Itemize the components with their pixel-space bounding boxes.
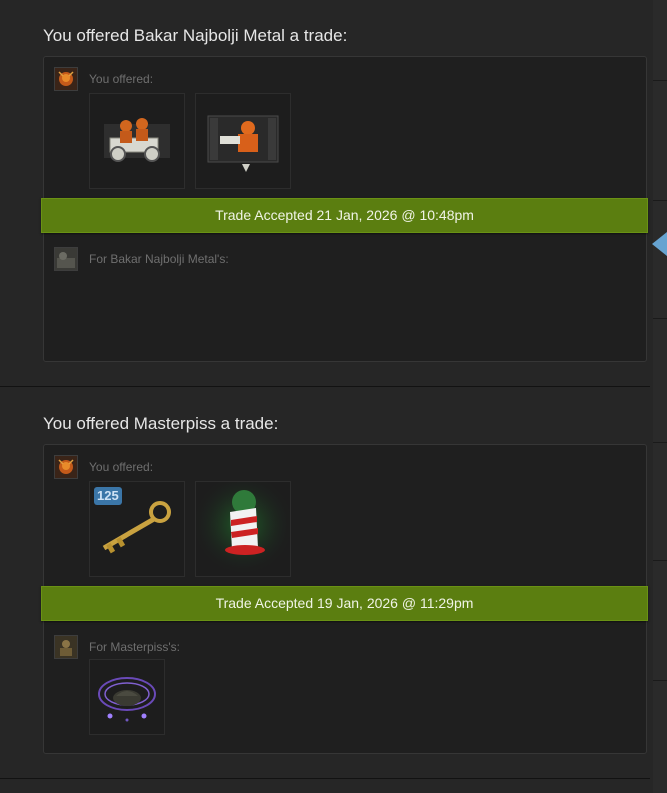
avatar[interactable] — [54, 455, 78, 479]
trade-item-unusual[interactable] — [89, 659, 165, 735]
you-offered-label: You offered: — [89, 72, 154, 86]
their-items-label: For Masterpiss's: — [89, 640, 180, 654]
trade-item-vehicle[interactable] — [89, 93, 185, 189]
offer-divider — [0, 778, 650, 779]
trade-item-taunt[interactable] — [195, 93, 291, 189]
offer-title: You offered Bakar Najbolji Metal a trade… — [43, 26, 348, 45]
offer-divider — [0, 386, 650, 387]
trade-item-hat[interactable] — [195, 481, 291, 577]
taunt-icon — [207, 115, 279, 172]
you-offered-label: You offered: — [89, 460, 154, 474]
hat-icon — [196, 482, 290, 576]
trade-status-bar: Trade Accepted 19 Jan, 2026 @ 11:29pm — [41, 586, 648, 621]
unusual-effect-icon — [98, 677, 156, 722]
avatar[interactable] — [54, 247, 78, 271]
avatar[interactable] — [54, 635, 78, 659]
avatar[interactable] — [54, 67, 78, 91]
right-scroll-rail — [653, 0, 667, 793]
quantity-badge: 125 — [94, 487, 122, 505]
expand-arrow-icon[interactable] — [652, 232, 667, 256]
trade-item-key[interactable]: 125 — [89, 481, 185, 577]
their-items-label: For Bakar Najbolji Metal's: — [89, 252, 229, 266]
offer-title: You offered Masterpiss a trade: — [43, 414, 279, 433]
vehicle-crew-icon — [104, 118, 170, 162]
trade-status-bar: Trade Accepted 21 Jan, 2026 @ 10:48pm — [41, 198, 648, 233]
